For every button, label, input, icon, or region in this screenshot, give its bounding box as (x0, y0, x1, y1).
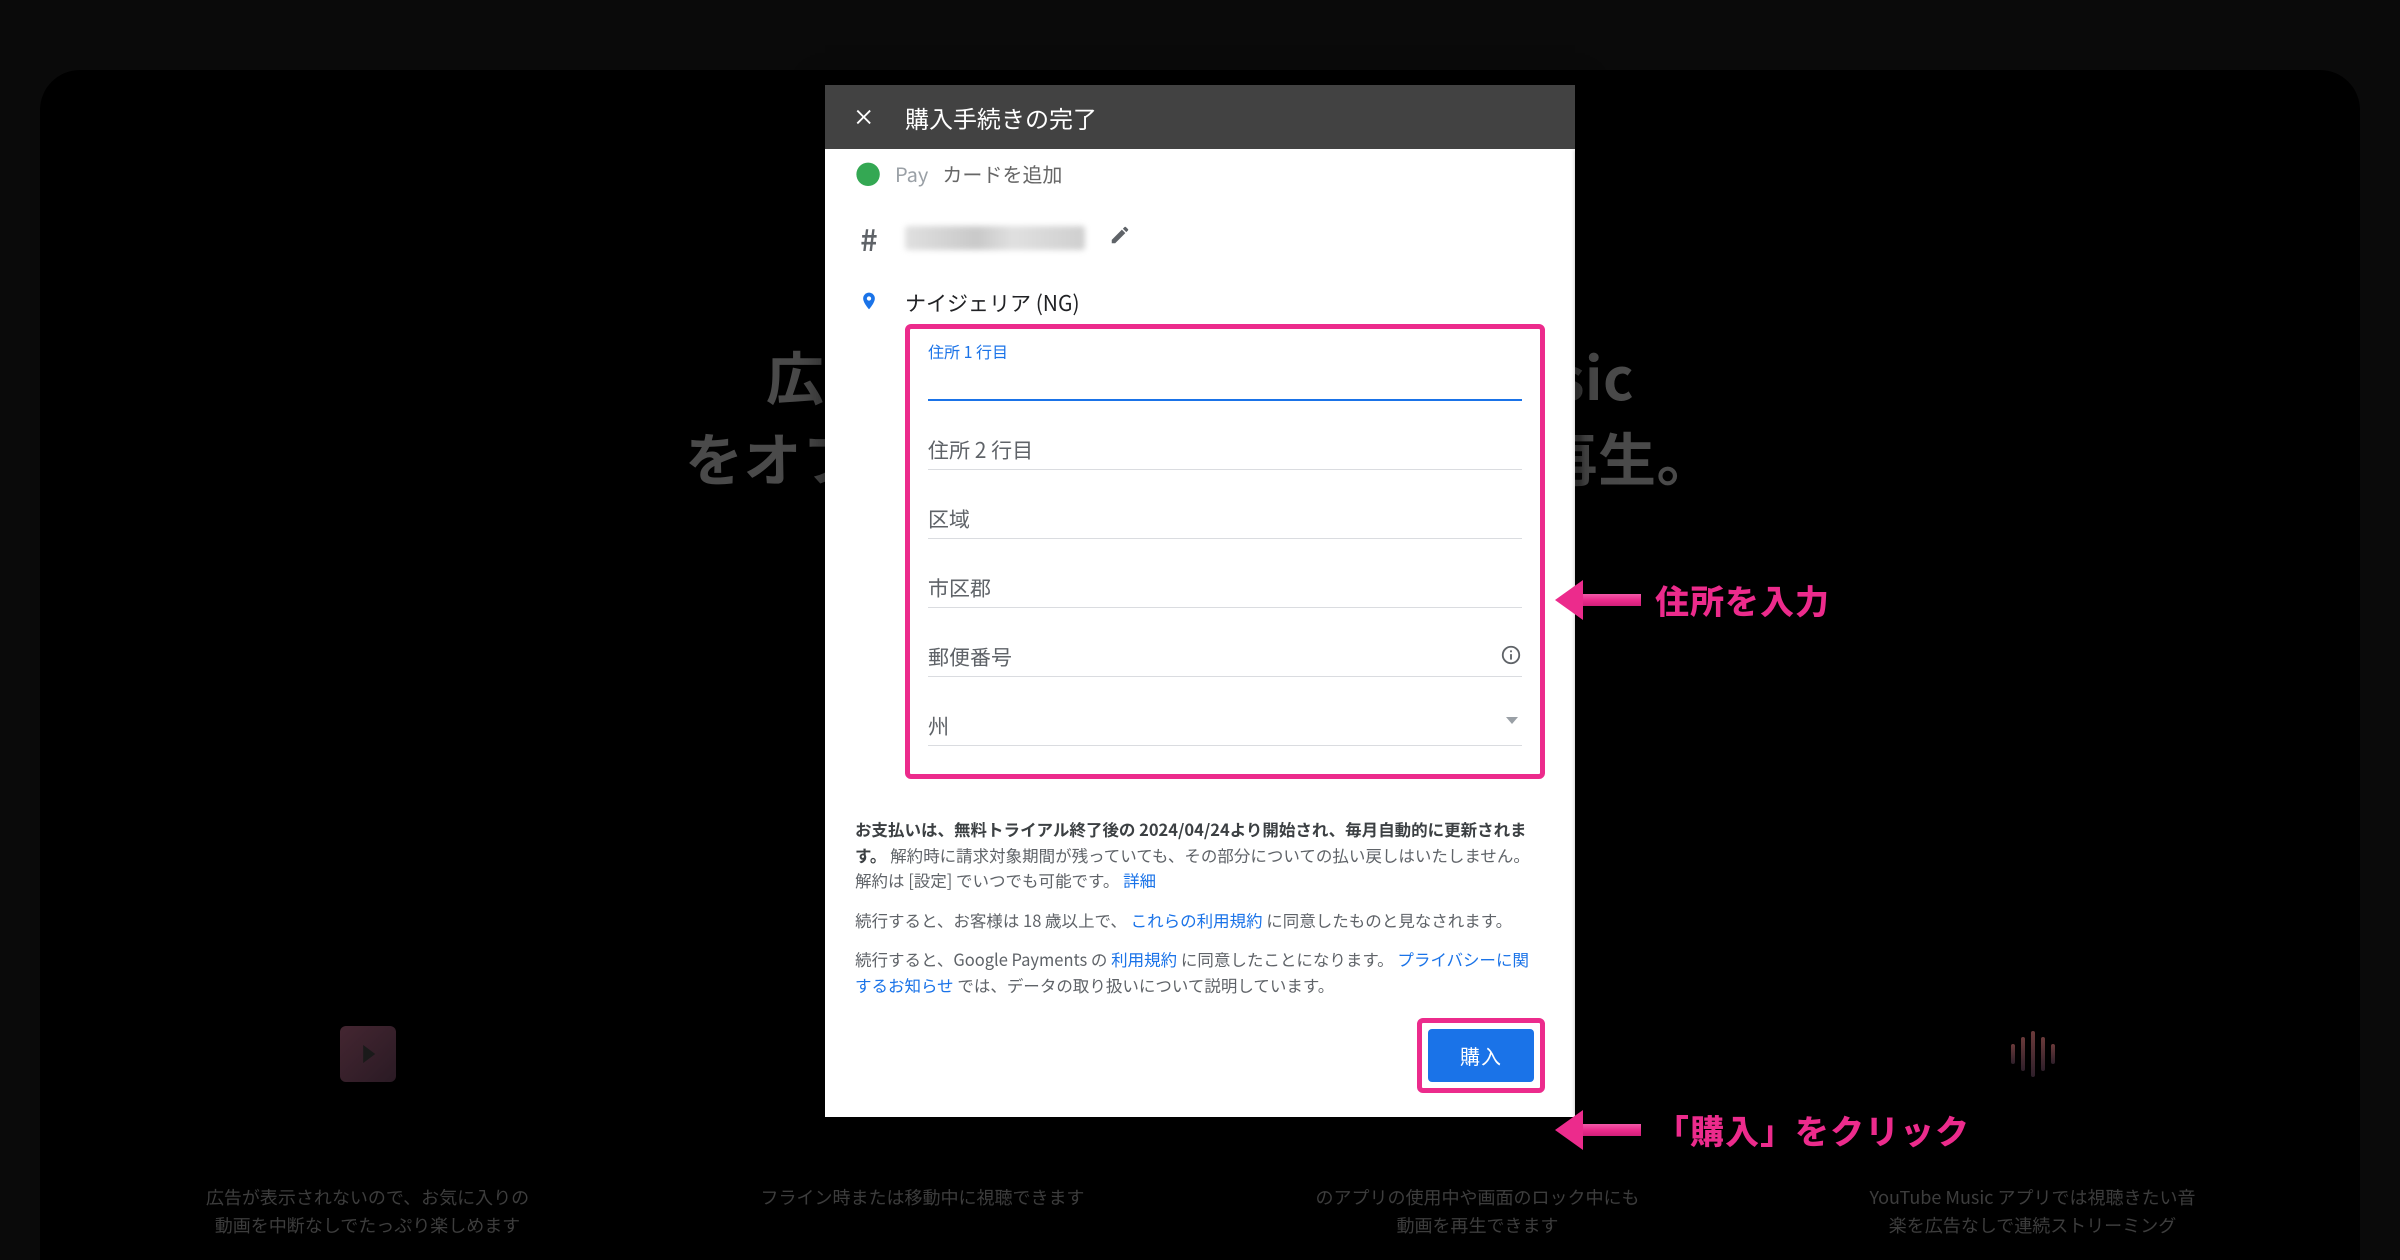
modal-shadow (1575, 149, 1582, 1117)
city-field[interactable]: 市区郡 (928, 547, 1522, 608)
modal-header: 購入手続きの完了 (825, 85, 1575, 149)
legal-age-text: 続行すると、お客様は 18 歳以上で、 これらの利用規約 に同意したものと見なさ… (855, 908, 1545, 934)
pencil-icon (1109, 224, 1131, 252)
feature-item: 広告が表示されないので、お気に入りの動画を中断なしでたっぷり楽しめます (203, 1024, 533, 1240)
feature-text: YouTube Music アプリでは視聴きたい音楽を広告なしで連続ストリーミン… (1868, 1184, 2198, 1240)
feature-text: フライン時または移動中に視聴できます (758, 1184, 1088, 1212)
buy-button[interactable]: 購入 (1428, 1029, 1534, 1082)
legal-payments-tos-link[interactable]: 利用規約 (1111, 947, 1177, 971)
legal-text: に同意したものと見なされます。 (1266, 908, 1512, 932)
checkout-modal: 購入手続きの完了 ● Pay カードを追加 # ナイジェリア (NG) (825, 85, 1575, 1117)
legal-text: 続行すると、Google Payments の (855, 947, 1107, 971)
edit-card-button[interactable] (1107, 225, 1133, 251)
postal-code-field[interactable]: 郵便番号 (928, 616, 1522, 677)
legal-payments-text: 続行すると、Google Payments の 利用規約 に同意したことになりま… (855, 947, 1545, 998)
pay-method-row[interactable]: ● Pay カードを追加 (855, 155, 1545, 202)
legal-text: では、データの取り扱いについて説明しています。 (957, 973, 1334, 997)
chevron-down-icon (1506, 717, 1518, 724)
legal-billing-text: お支払いは、無料トライアル終了後の 2024/04/24より開始され、毎月自動的… (855, 817, 1545, 894)
gpay-icon: ● (855, 161, 881, 187)
close-button[interactable] (845, 97, 885, 137)
location-pin-icon (855, 288, 883, 314)
state-select[interactable] (928, 703, 1522, 746)
pay-method-text: カードを追加 (942, 159, 1062, 188)
redacted-card-number (905, 226, 1085, 250)
district-field[interactable]: 区域 (928, 478, 1522, 539)
district-input[interactable] (928, 496, 1522, 539)
country-label: ナイジェリア (NG) (905, 288, 1545, 318)
address-line1-input[interactable] (928, 357, 1522, 401)
legal-text: 解約時に請求対象期間が残っていても、その部分についての払い戻しはいたしません。解… (855, 843, 1530, 893)
hash-icon: # (860, 216, 877, 260)
legal-text: 続行すると、お客様は 18 歳以上で、 (855, 908, 1127, 932)
close-icon (854, 100, 876, 135)
legal-tos-link[interactable]: これらの利用規約 (1131, 908, 1263, 932)
legal-details-link[interactable]: 詳細 (1123, 868, 1156, 892)
card-number-row: # (855, 202, 1545, 274)
feature-item: YouTube Music アプリでは視聴きたい音楽を広告なしで連続ストリーミン… (1868, 1024, 2198, 1240)
address-line2-field[interactable]: 住所 2 行目 (928, 409, 1522, 470)
state-field[interactable]: 州 (928, 685, 1522, 746)
postal-code-input[interactable] (928, 634, 1522, 677)
address-line2-input[interactable] (928, 427, 1522, 470)
info-icon[interactable] (1500, 644, 1522, 666)
modal-title: 購入手続きの完了 (905, 100, 1097, 135)
city-input[interactable] (928, 565, 1522, 608)
address-fields-group: 住所 1 行目 住所 2 行目 区域 市区郡 (905, 324, 1545, 779)
buy-highlight-frame: 購入 (1417, 1018, 1545, 1093)
legal-text: に同意したことになります。 (1181, 947, 1394, 971)
feature-text: 広告が表示されないので、お気に入りの動画を中断なしでたっぷり楽しめます (203, 1184, 533, 1240)
country-row: ナイジェリア (NG) 住所 1 行目 住所 2 行目 区域 (855, 274, 1545, 803)
equalizer-icon (2003, 1024, 2063, 1084)
play-icon (338, 1024, 398, 1084)
address-line1-field[interactable]: 住所 1 行目 (928, 339, 1522, 401)
feature-text: のアプリの使用中や画面のロック中にも動画を再生できます (1313, 1184, 1643, 1240)
